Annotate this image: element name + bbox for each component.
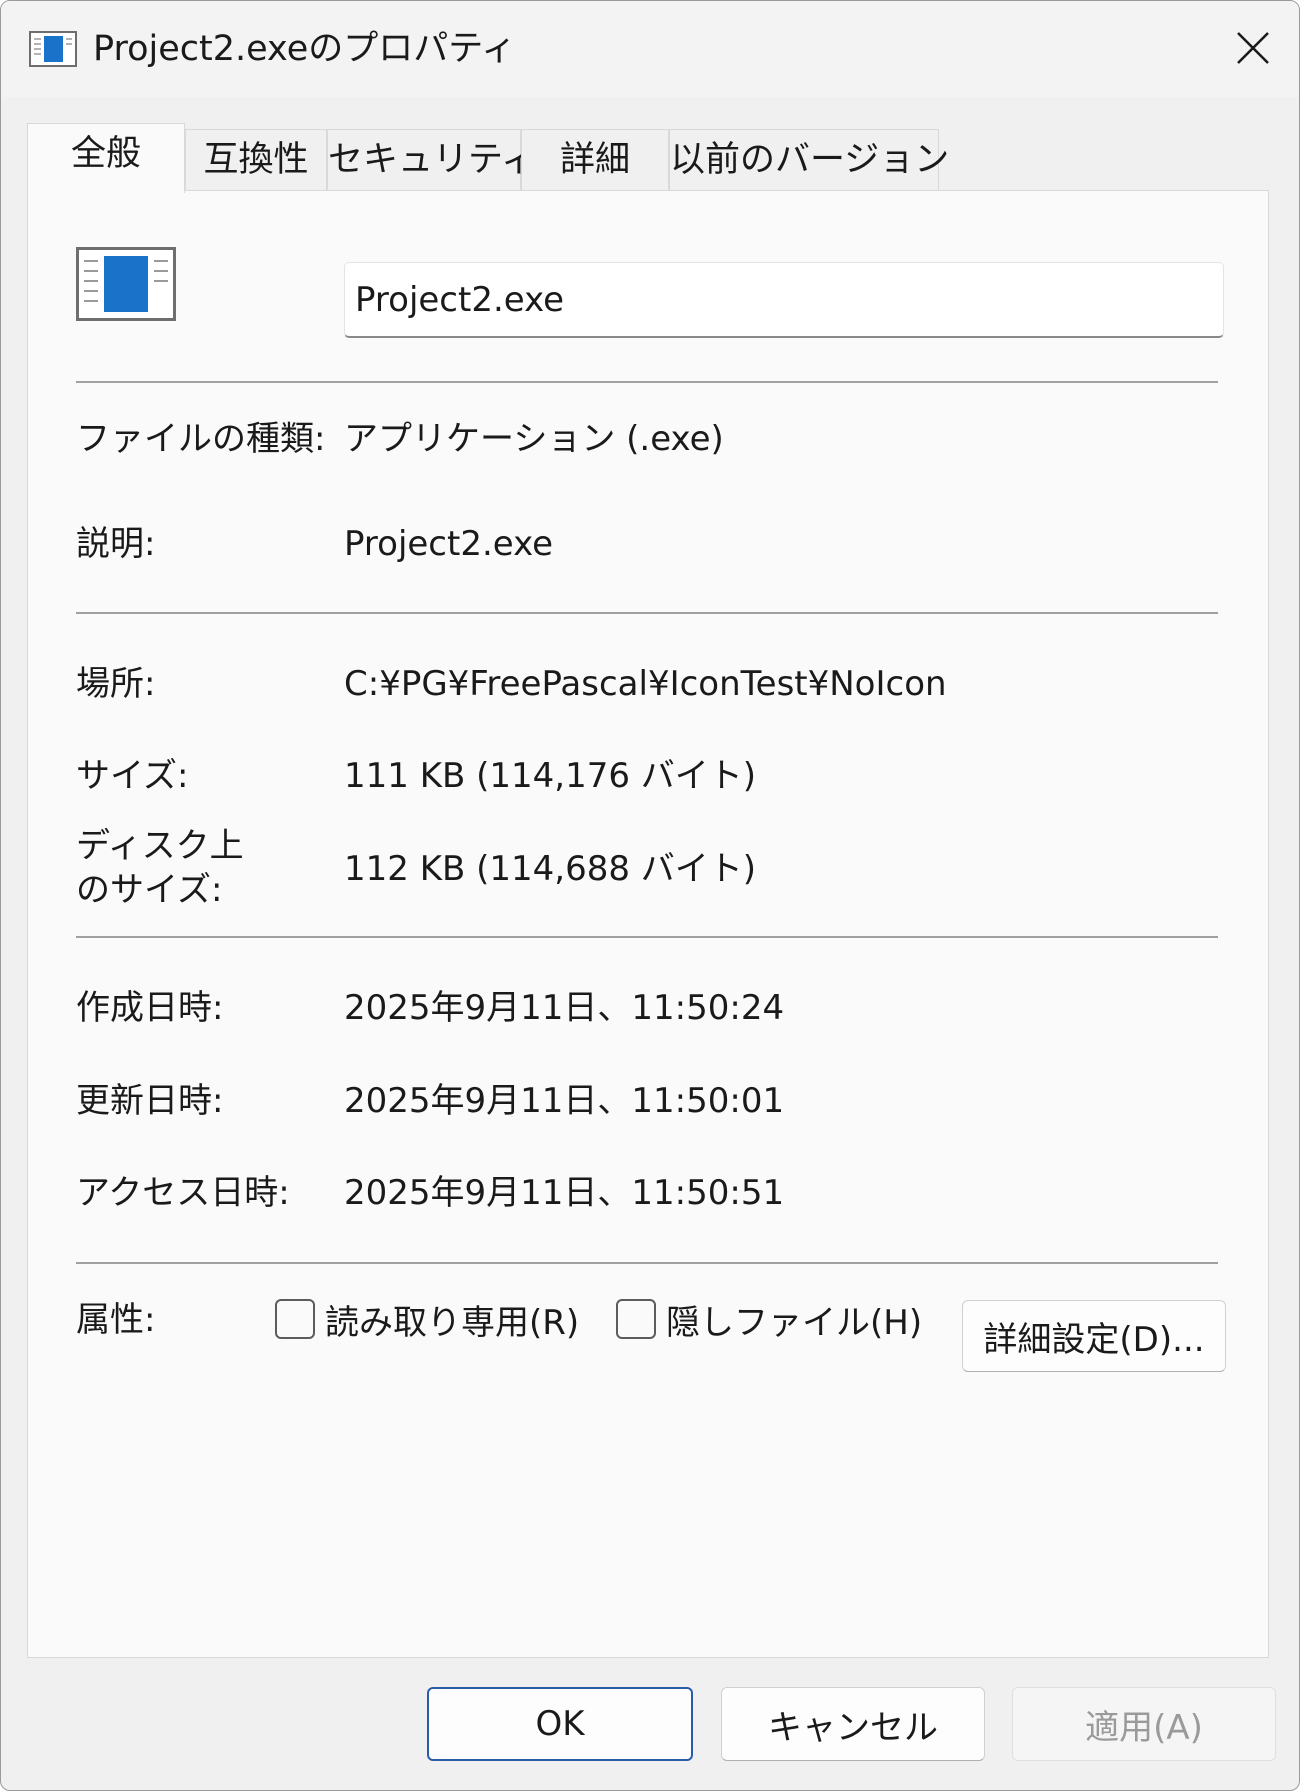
created-label: 作成日時: xyxy=(76,988,224,1028)
close-icon xyxy=(1237,32,1269,64)
file-type-value: アプリケーション (.exe) xyxy=(344,419,724,459)
properties-dialog: Project2.exeのプロパティ 全般 互換性 セキュリティ 詳細 以前のバ… xyxy=(0,0,1300,1791)
readonly-checkbox[interactable] xyxy=(275,1299,315,1339)
disk-size-label-line1: ディスク上 xyxy=(76,826,244,866)
window-title: Project2.exeのプロパティ xyxy=(93,29,517,69)
tab-previous-versions[interactable]: 以前のバージョン xyxy=(669,129,949,191)
file-name-input[interactable] xyxy=(344,262,1224,338)
application-window-icon xyxy=(29,31,77,67)
title-bar[interactable]: Project2.exeのプロパティ xyxy=(1,1,1299,97)
tab-compatibility[interactable]: 互換性 xyxy=(185,129,327,191)
general-tab-panel: ファイルの種類: アプリケーション (.exe) 説明: Project2.ex… xyxy=(27,190,1269,1658)
readonly-checkbox-label[interactable]: 読み取り専用(R) xyxy=(325,1295,579,1344)
disk-size-value: 112 KB (114,688 バイト) xyxy=(344,849,757,889)
separator xyxy=(76,612,1218,614)
file-type-label: ファイルの種類: xyxy=(76,419,326,459)
application-window-icon xyxy=(76,247,176,321)
modified-label: 更新日時: xyxy=(76,1081,224,1121)
size-label: サイズ: xyxy=(76,756,189,796)
description-label: 説明: xyxy=(76,524,156,564)
disk-size-label-line2: のサイズ: xyxy=(76,870,223,910)
cancel-button[interactable]: キャンセル xyxy=(721,1687,985,1761)
close-button[interactable] xyxy=(1221,19,1285,77)
location-label: 場所: xyxy=(76,664,156,704)
modified-value: 2025年9月11日、11:50:01 xyxy=(344,1081,785,1121)
location-value: C:¥PG¥FreePascal¥IconTest¥NoIcon xyxy=(344,664,947,704)
separator xyxy=(76,381,1218,383)
ok-button[interactable]: OK xyxy=(427,1687,693,1761)
separator xyxy=(76,1262,1218,1264)
hidden-checkbox-row[interactable]: 隠しファイル(H) xyxy=(616,1294,922,1344)
advanced-button[interactable]: 詳細設定(D)... xyxy=(962,1300,1226,1372)
hidden-checkbox-label[interactable]: 隠しファイル(H) xyxy=(666,1295,922,1344)
disk-size-label: ディスク上 のサイズ: xyxy=(76,824,244,912)
tab-general[interactable]: 全般 xyxy=(27,123,185,193)
description-value: Project2.exe xyxy=(344,524,554,564)
readonly-checkbox-row[interactable]: 読み取り専用(R) xyxy=(275,1294,579,1344)
apply-button[interactable]: 適用(A) xyxy=(1012,1687,1276,1761)
tab-details[interactable]: 詳細 xyxy=(521,129,669,191)
size-value: 111 KB (114,176 バイト) xyxy=(344,756,757,796)
separator xyxy=(76,936,1218,938)
attributes-label: 属性: xyxy=(76,1300,156,1340)
hidden-checkbox[interactable] xyxy=(616,1299,656,1339)
tab-security[interactable]: セキュリティ xyxy=(327,129,536,191)
accessed-label: アクセス日時: xyxy=(76,1173,290,1213)
created-value: 2025年9月11日、11:50:24 xyxy=(344,988,785,1028)
accessed-value: 2025年9月11日、11:50:51 xyxy=(344,1173,785,1213)
